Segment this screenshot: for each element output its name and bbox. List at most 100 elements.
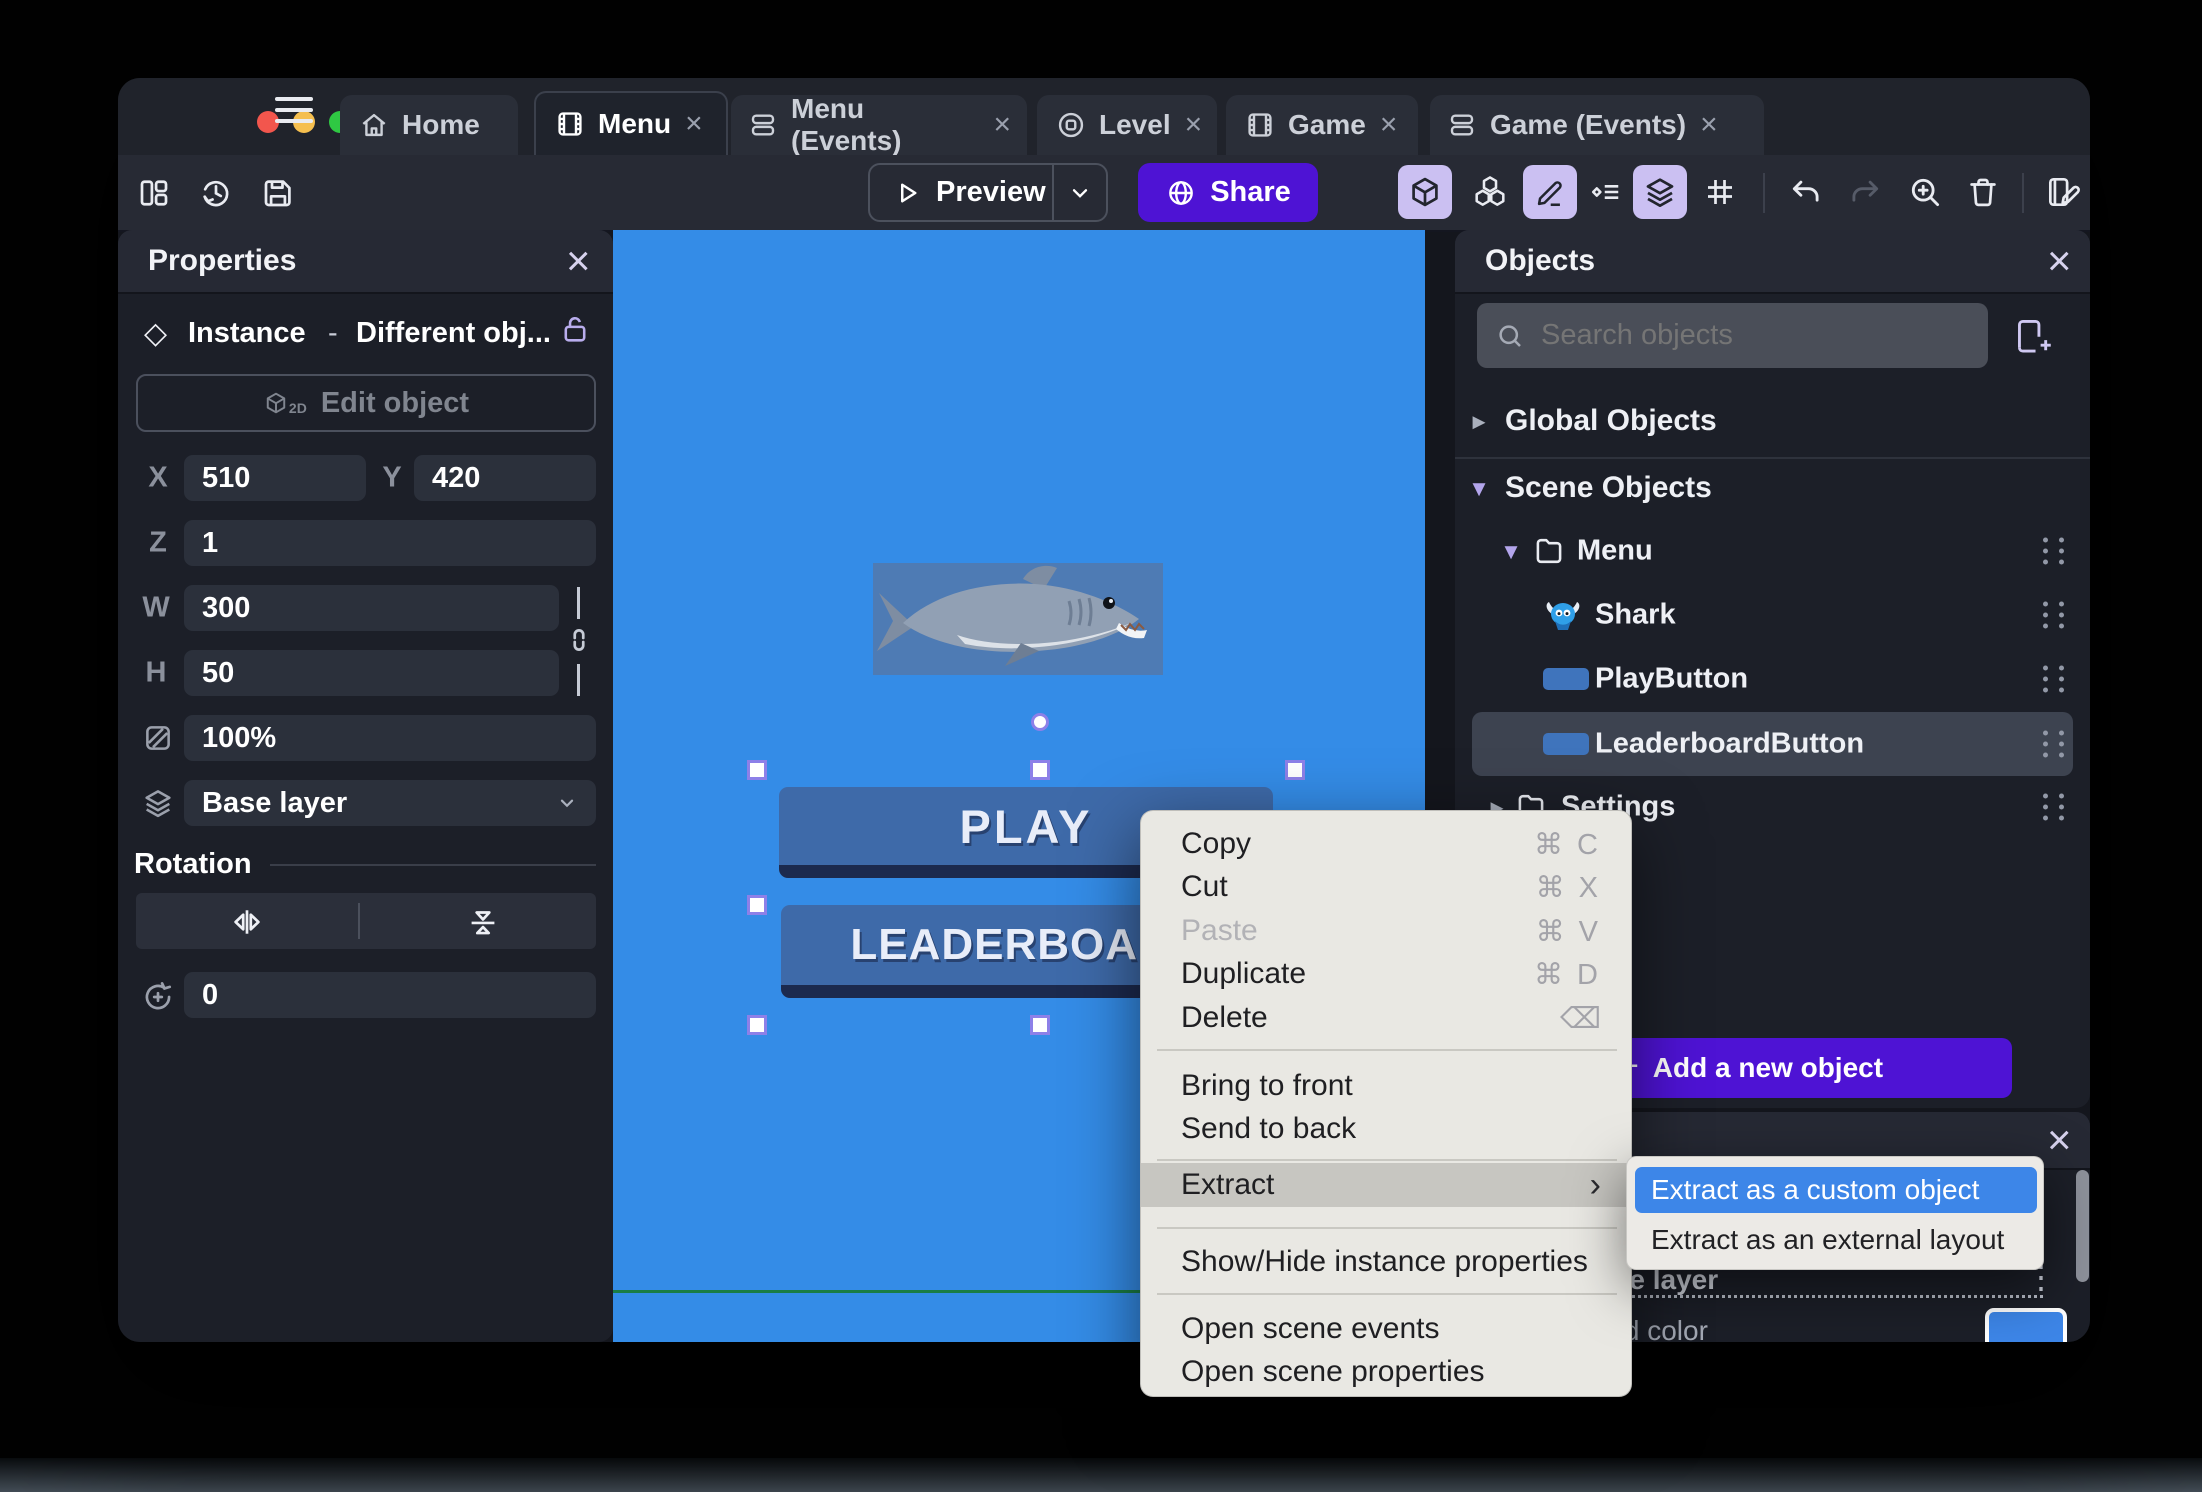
chevron-down-icon (556, 792, 578, 814)
group-global-objects[interactable]: Global Objects (1505, 404, 1717, 438)
divider (2022, 173, 2024, 213)
chevron-right-icon[interactable]: ▸ (1472, 406, 1485, 437)
search-input[interactable] (1539, 318, 1970, 353)
objects-title: Objects (1485, 244, 1596, 277)
drag-handle-icon[interactable] (2043, 793, 2067, 821)
selection-handle[interactable] (1030, 760, 1050, 780)
delete-button[interactable] (1956, 165, 2010, 219)
submenu-item-extract-external-layout[interactable]: Extract as an external layout (1635, 1217, 2037, 1263)
hamburger-menu-icon[interactable] (275, 90, 313, 130)
undo-button[interactable] (1779, 165, 1833, 219)
menu-item-copy[interactable]: Copy ⌘ C (1141, 823, 1631, 865)
link-line (577, 664, 580, 696)
desktop-background: Home Menu × Menu (Events) × Level × Game… (0, 0, 2202, 1492)
tree-item-menu-folder[interactable]: Menu (1577, 535, 1653, 568)
x-field[interactable] (184, 455, 366, 501)
scrollbar-thumb[interactable] (2076, 1170, 2089, 1282)
menu-item-duplicate[interactable]: Duplicate ⌘ D (1141, 953, 1631, 995)
flip-vertical-icon[interactable] (464, 903, 502, 941)
tab-close-icon[interactable]: × (1380, 108, 1398, 142)
tab-menu[interactable]: Menu × (534, 91, 728, 155)
tree-item-leaderboardbutton-row[interactable]: LeaderboardButton (1472, 712, 2073, 776)
selection-handle[interactable] (747, 760, 767, 780)
search-objects-input[interactable] (1477, 303, 1988, 368)
tab-close-icon[interactable]: × (1185, 108, 1203, 142)
menu-item-open-scene-properties[interactable]: Open scene properties (1141, 1351, 1631, 1393)
selection-handle[interactable] (1285, 760, 1305, 780)
layer-select[interactable]: Base layer (184, 780, 596, 826)
menu-item-bring-to-front[interactable]: Bring to front (1141, 1065, 1631, 1107)
group-scene-objects[interactable]: Scene Objects (1505, 471, 1712, 505)
menu-item-delete[interactable]: Delete ⌫ (1141, 997, 1631, 1039)
tab-level[interactable]: Level × (1037, 95, 1217, 155)
history-icon[interactable] (198, 175, 234, 211)
zoom-in-button[interactable] (1898, 165, 1952, 219)
w-label: W (142, 591, 170, 624)
tab-close-icon[interactable]: × (685, 107, 703, 141)
instance-dash: - (328, 317, 338, 349)
menu-item-cut[interactable]: Cut ⌘ X (1141, 866, 1631, 908)
background-color-swatch[interactable] (1985, 1308, 2067, 1342)
instances-list-button[interactable] (1580, 165, 1634, 219)
drag-handle-icon[interactable] (2043, 601, 2067, 629)
drag-handle-icon[interactable] (2043, 665, 2067, 693)
selection-handle[interactable] (1030, 1015, 1050, 1035)
width-field[interactable] (184, 585, 559, 631)
share-button[interactable]: Share (1138, 163, 1318, 222)
grid-button[interactable] (1693, 165, 1747, 219)
tab-close-icon[interactable]: × (1700, 108, 1718, 142)
edit-mode-button[interactable] (1523, 165, 1577, 219)
tab-game-events[interactable]: Game (Events) × (1430, 95, 1764, 155)
objects-panel-toggle-button[interactable] (1398, 165, 1452, 219)
edit-scene-properties-button[interactable] (2036, 165, 2090, 219)
z-field[interactable] (184, 520, 596, 566)
play-icon (892, 178, 922, 208)
object-groups-button[interactable] (1463, 165, 1517, 219)
tab-label: Level (1099, 109, 1171, 140)
flip-horizontal-icon[interactable] (228, 903, 266, 941)
add-folder-icon[interactable] (2011, 313, 2055, 357)
menu-item-send-to-back[interactable]: Send to back (1141, 1108, 1631, 1150)
zoom-in-icon (1907, 174, 1943, 210)
rotation-angle-field[interactable] (184, 972, 596, 1018)
chevron-down-icon[interactable]: ▾ (1504, 536, 1517, 567)
tab-home[interactable]: Home (340, 95, 518, 155)
opacity-field[interactable] (184, 715, 596, 761)
height-field[interactable] (184, 650, 559, 696)
level-icon (1055, 109, 1087, 141)
close-icon[interactable]: × (2047, 1119, 2072, 1161)
close-icon[interactable]: × (566, 240, 591, 282)
edit-object-button[interactable]: 2D Edit object (136, 374, 596, 432)
tab-close-icon[interactable]: × (993, 108, 1011, 142)
preview-button[interactable]: Preview (870, 176, 1052, 209)
delete-key-icon: ⌫ (1559, 1002, 1601, 1035)
drag-handle-icon[interactable] (2043, 537, 2067, 565)
redo-button[interactable] (1838, 165, 1892, 219)
selection-handle[interactable] (747, 895, 767, 915)
tree-item-shark[interactable]: Shark (1595, 599, 1676, 632)
menu-item-show-hide-instance-properties[interactable]: Show/Hide instance properties (1141, 1241, 1631, 1283)
drag-handle-icon[interactable] (2043, 730, 2067, 758)
shark-sprite[interactable] (873, 563, 1163, 675)
chevron-down-icon[interactable]: ▾ (1472, 473, 1485, 504)
menu-item-open-scene-events[interactable]: Open scene events (1141, 1308, 1631, 1350)
tab-game[interactable]: Game × (1226, 95, 1418, 155)
preview-options-button[interactable] (1054, 180, 1106, 206)
menu-item-extract[interactable]: Extract › (1141, 1163, 1631, 1207)
menu-divider (1157, 1293, 1617, 1295)
rotate-handle[interactable] (1031, 713, 1049, 731)
home-icon (358, 109, 390, 141)
unlock-icon[interactable] (558, 312, 592, 346)
selection-handle[interactable] (747, 1015, 767, 1035)
save-icon[interactable] (260, 175, 296, 211)
layers-panel-toggle-button[interactable] (1633, 165, 1687, 219)
tab-menu-events[interactable]: Menu (Events) × (731, 93, 1027, 156)
y-field[interactable] (414, 455, 596, 501)
redo-icon (1847, 174, 1883, 210)
submenu-item-extract-custom-object[interactable]: Extract as a custom object (1635, 1167, 2037, 1213)
close-icon[interactable]: × (2047, 240, 2072, 282)
preview-label: Preview (936, 176, 1046, 208)
link-dimensions-icon[interactable] (562, 623, 596, 657)
project-manager-icon[interactable] (136, 175, 172, 211)
tree-item-playbutton[interactable]: PlayButton (1595, 663, 1748, 696)
